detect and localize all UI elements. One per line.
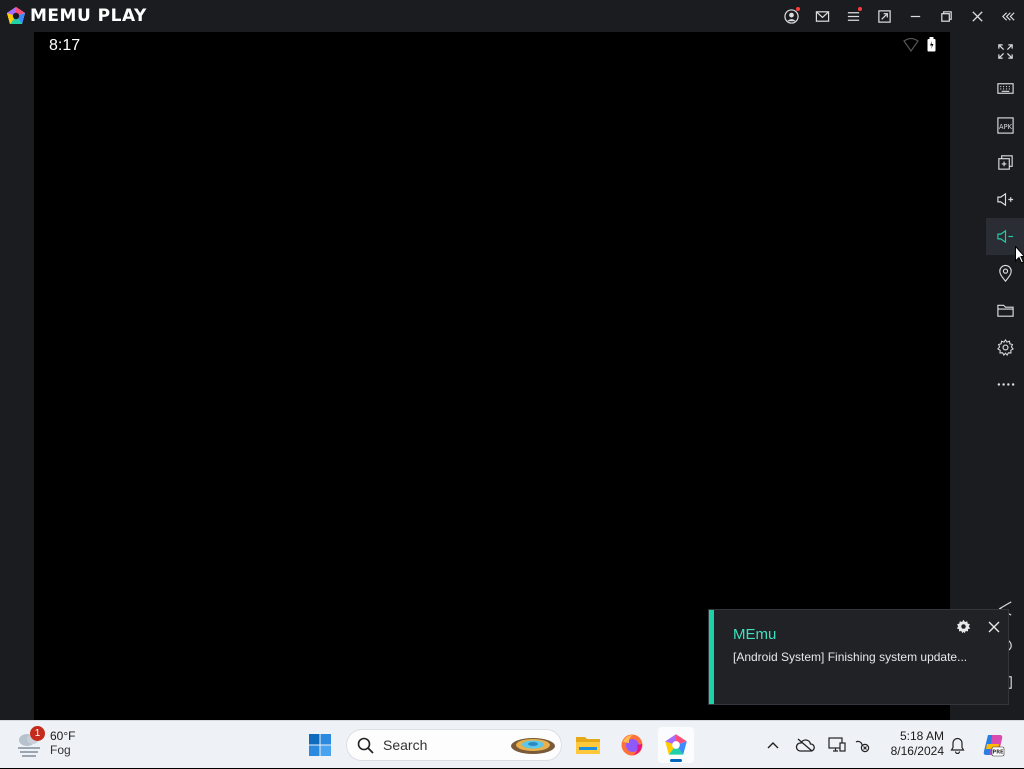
notification-dot (858, 7, 862, 11)
notification-toast[interactable]: MEmu [Android System] Finishing system u… (708, 609, 1009, 705)
taskbar-app-memu[interactable] (658, 727, 694, 763)
android-clock: 8:17 (49, 37, 81, 54)
weather-widget[interactable]: 1 60°F Fog (14, 726, 76, 759)
onedrive-tray-button[interactable] (793, 721, 817, 769)
network-tray-button[interactable] (851, 721, 873, 769)
mouse-cursor-icon (1015, 246, 1024, 264)
wifi-icon (903, 37, 919, 52)
collapse-sidebar-button[interactable] (993, 0, 1024, 32)
multi-window-icon (997, 155, 1013, 170)
active-indicator (670, 759, 682, 762)
apk-icon: APK (996, 117, 1014, 134)
location-pin-icon (998, 264, 1012, 282)
keyboard-icon (996, 83, 1014, 94)
sidebar-item-more[interactable] (986, 366, 1024, 403)
screen-rotate-icon (878, 9, 891, 23)
volume-down-icon (996, 229, 1013, 244)
sidebar-item-keymapping[interactable] (986, 70, 1024, 107)
sidebar-item-volume-up[interactable] (986, 181, 1024, 218)
sidebar-item-multi-instance[interactable] (986, 144, 1024, 181)
sidebar-item-settings[interactable] (986, 329, 1024, 366)
notifications-button[interactable] (946, 721, 968, 769)
search-icon (357, 737, 374, 754)
svg-text:PRE: PRE (993, 750, 1005, 756)
weather-temperature: 60°F (50, 729, 76, 743)
taskbar-app-file-explorer[interactable] (570, 727, 606, 763)
bell-icon (949, 737, 965, 754)
restore-button[interactable] (931, 0, 962, 32)
memu-logo-icon (7, 7, 25, 24)
windows-logo-icon (309, 734, 331, 756)
gear-icon (956, 619, 970, 633)
expand-icon (997, 44, 1013, 59)
collapse-sidebar-icon (1002, 11, 1015, 21)
battery-icon (927, 37, 936, 52)
firefox-icon (621, 734, 643, 756)
display-tray-button[interactable] (825, 721, 849, 769)
android-status-icons (903, 37, 936, 52)
weather-badge: 1 (30, 726, 45, 741)
toast-settings-button[interactable] (953, 616, 973, 636)
toast-close-button[interactable] (983, 616, 1005, 638)
mail-icon (815, 10, 830, 22)
show-hidden-icons-button[interactable] (762, 721, 784, 769)
minimize-button[interactable] (900, 0, 931, 32)
account-button[interactable] (776, 0, 807, 32)
app-logo: MEMU PLAY (6, 6, 147, 26)
toast-title: MEmu (733, 626, 777, 643)
chevron-up-icon (767, 742, 779, 749)
app-title: MEMU PLAY (30, 6, 147, 26)
cloud-offline-icon (795, 738, 815, 752)
toast-accent-bar (709, 610, 714, 704)
start-button[interactable] (302, 727, 338, 763)
weather-condition: Fog (50, 743, 71, 757)
taskbar-search[interactable]: Search (346, 729, 562, 761)
emulator-frame-left (0, 32, 34, 720)
fog-icon: 1 (14, 726, 46, 759)
search-highlight-icon (511, 738, 555, 754)
clock-time: 5:18 AM (899, 729, 944, 743)
sidebar-item-install-apk[interactable]: APK (986, 107, 1024, 144)
notification-dot (796, 7, 800, 11)
folder-icon (996, 304, 1014, 317)
screen-rotate-button[interactable] (869, 0, 900, 32)
taskbar-clock[interactable]: 5:18 AM 8/16/2024 (880, 729, 944, 759)
taskbar-app-firefox[interactable] (614, 727, 650, 763)
copilot-icon: PRE (983, 735, 1005, 757)
network-disconnected-icon (855, 740, 870, 753)
taskbar: 1 60°F Fog Search 5:18 AM 8/16/2024 PRE (0, 720, 1024, 768)
monitor-icon (828, 737, 846, 752)
restore-icon (941, 10, 952, 22)
copilot-button[interactable]: PRE (978, 721, 1008, 769)
svg-text:APK: APK (999, 123, 1013, 131)
search-placeholder: Search (383, 737, 428, 753)
title-bar: MEMU PLAY (0, 0, 1024, 32)
mail-button[interactable] (807, 0, 838, 32)
menu-button[interactable] (838, 0, 869, 32)
close-button[interactable] (962, 0, 993, 32)
folder-icon (576, 737, 600, 754)
close-icon (988, 621, 1000, 633)
memu-logo-icon (665, 734, 687, 755)
close-icon (972, 10, 983, 22)
minimize-icon (910, 15, 921, 17)
clock-date: 8/16/2024 (890, 744, 944, 758)
volume-up-icon (996, 192, 1013, 207)
gear-icon (996, 338, 1014, 357)
sidebar-item-fullscreen[interactable] (986, 33, 1024, 70)
toast-message: [Android System] Finishing system update… (733, 650, 968, 664)
sidebar-item-shared-folder[interactable] (986, 292, 1024, 329)
more-icon (997, 383, 1014, 386)
